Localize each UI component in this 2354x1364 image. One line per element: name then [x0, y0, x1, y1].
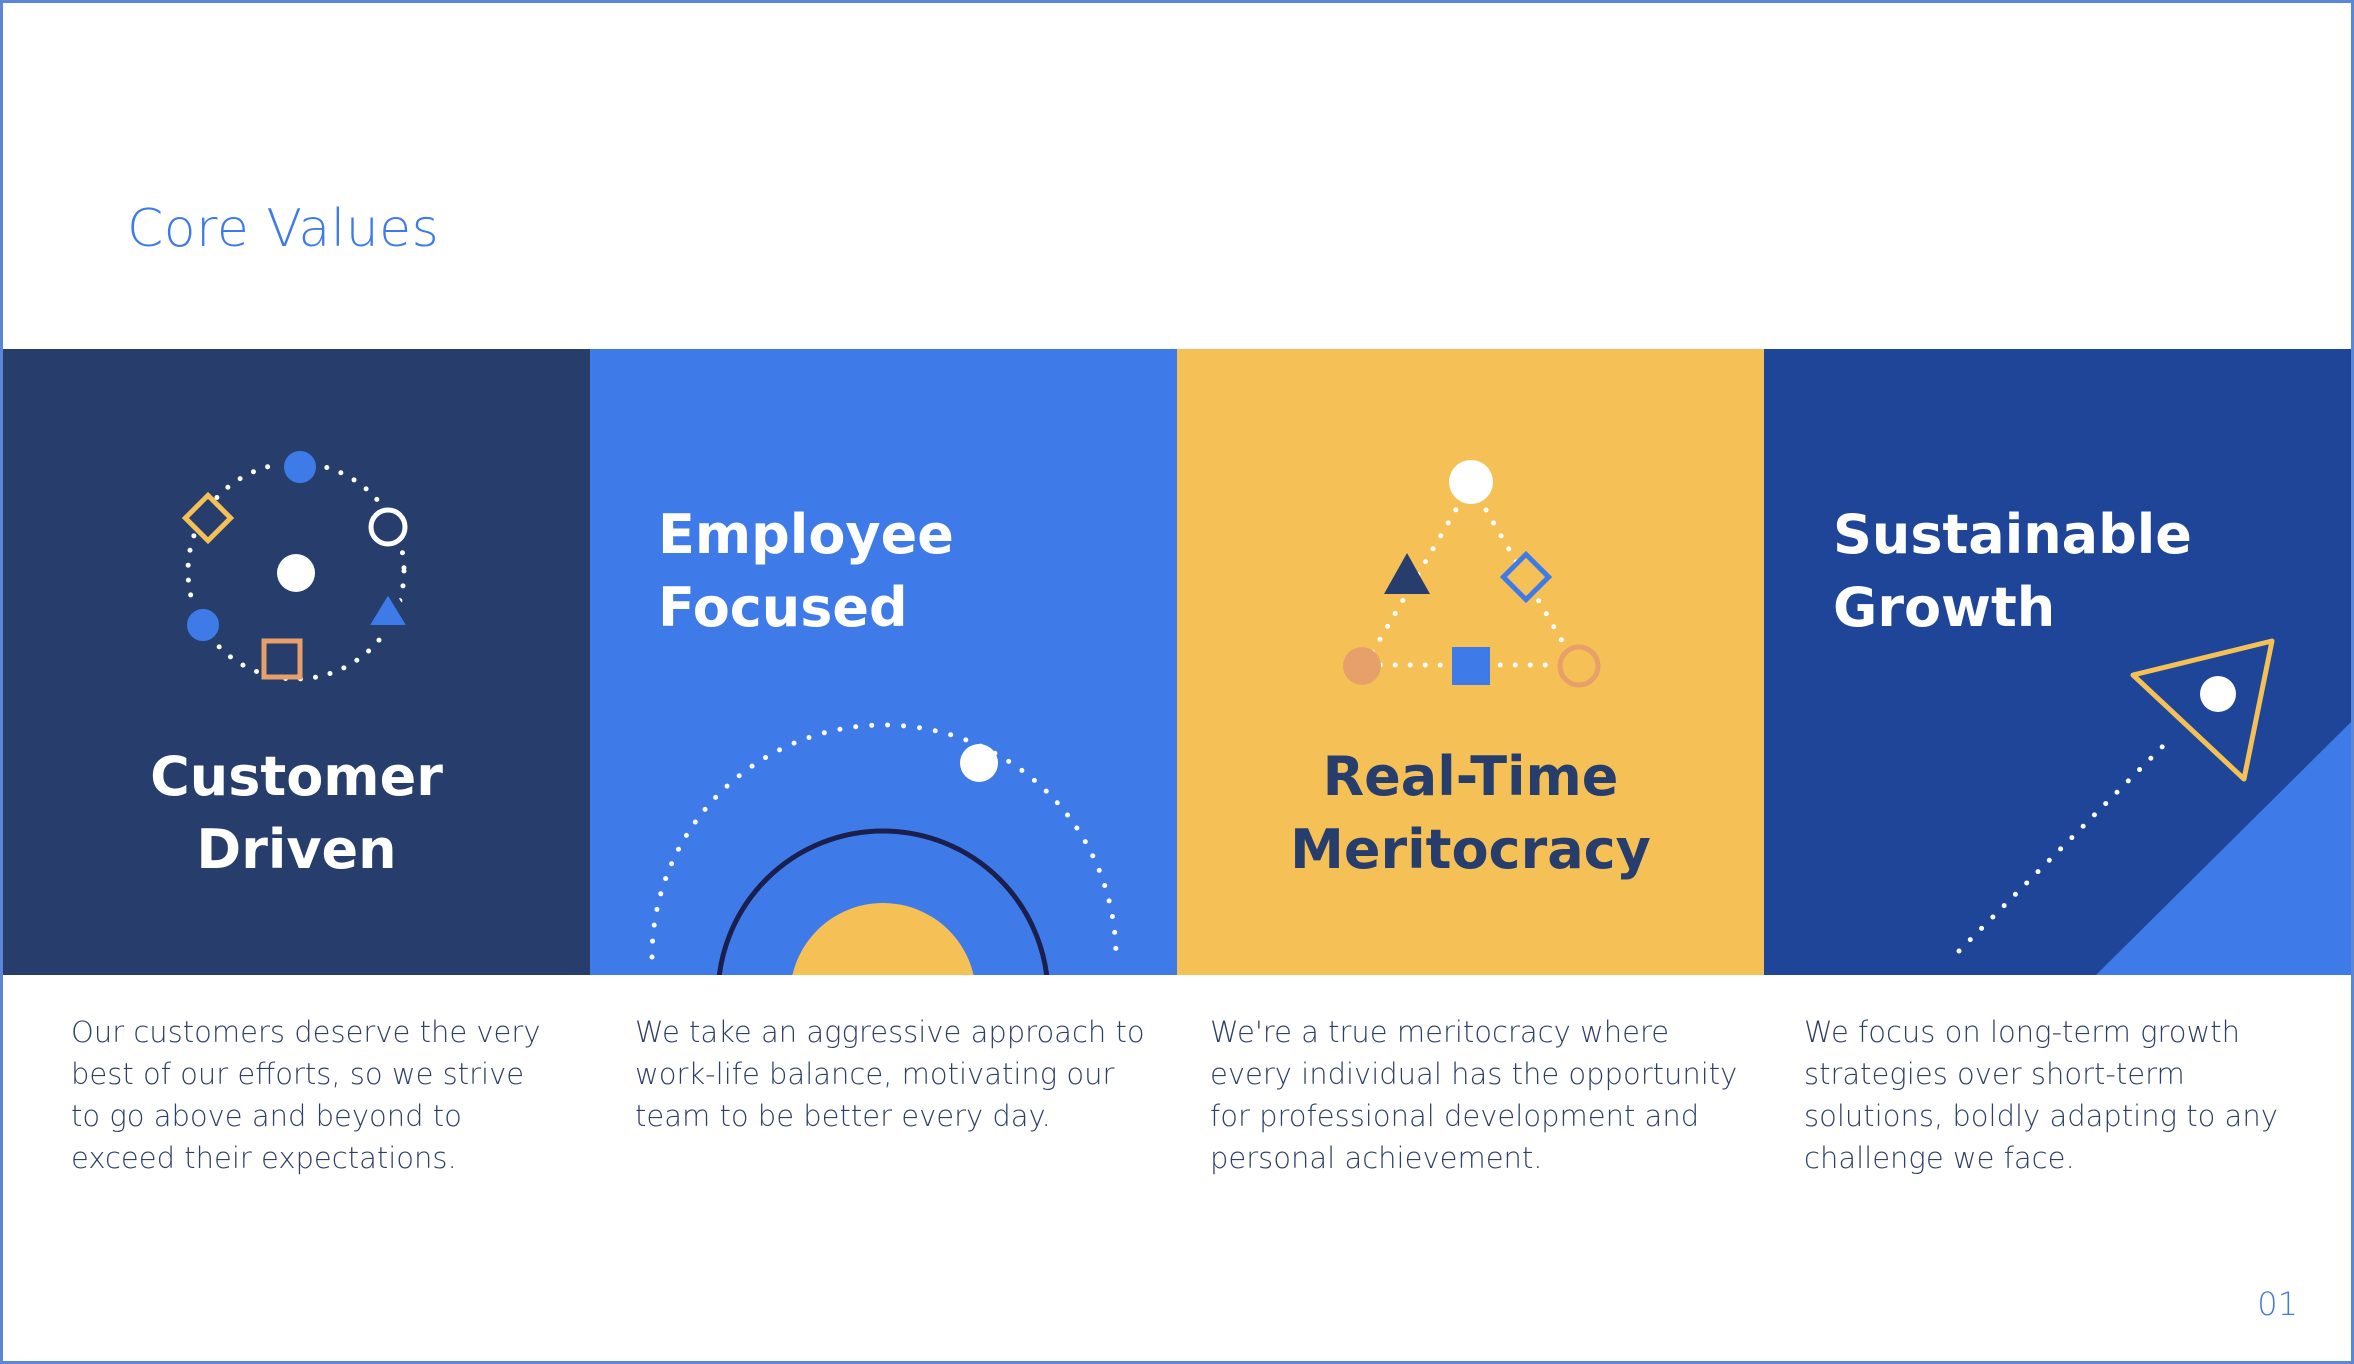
- blue-diamond-outline-icon: [1499, 550, 1553, 604]
- blue-dot-icon: [276, 443, 324, 491]
- triangle-icon: [355, 580, 421, 633]
- ring-outline-icon: [368, 507, 408, 547]
- blue-dot-icon-2: [179, 601, 227, 649]
- value-description-customer-driven: Our customers deserve the very best of o…: [71, 1015, 541, 1175]
- dotted-trajectory: [1956, 739, 2170, 954]
- panel-sustainable-growth: Sustainable Growth: [1764, 349, 2351, 975]
- title-line-2: Driven: [196, 818, 397, 881]
- title-line-2: Focused: [658, 576, 908, 639]
- value-description-real-time-meritocracy: We're a true meritocracy where every ind…: [1210, 1015, 1738, 1175]
- sun-icon: [792, 903, 974, 975]
- title-line-1: Employee: [658, 503, 954, 566]
- center-dot-icon: [277, 554, 315, 592]
- white-dot-icon: [2200, 676, 2236, 712]
- value-description-sustainable-growth: We focus on long-term growth strategies …: [1804, 1015, 2278, 1175]
- panel-employee-focused: Employee Focused: [590, 349, 1177, 975]
- title-line-2: Growth: [1833, 576, 2056, 639]
- orange-ring-icon: [1557, 644, 1601, 688]
- white-dot-icon: [1449, 460, 1493, 504]
- orange-dot-icon: [1343, 647, 1381, 685]
- panel-customer-driven: Customer Driven: [3, 349, 590, 975]
- slide-title: Core Values: [127, 199, 440, 259]
- page-number: 01: [2257, 1285, 2298, 1323]
- value-title-sustainable-growth: Sustainable Growth: [1833, 498, 2192, 644]
- title-line-2: Meritocracy: [1290, 818, 1651, 881]
- value-title-employee-focused: Employee Focused: [658, 498, 954, 644]
- slide: Core Values Customer Driven Employee Foc…: [0, 0, 2354, 1364]
- square-outline-icon: [261, 638, 303, 680]
- moon-dot-icon: [960, 744, 998, 782]
- title-line-1: Real-Time: [1322, 745, 1619, 808]
- value-description-employee-focused: We take an aggressive approach to work-l…: [635, 1015, 1145, 1133]
- value-title-real-time-meritocracy: Real-Time Meritocracy: [1177, 740, 1764, 886]
- diamond-outline-icon: [181, 491, 235, 545]
- triangle-outline-icon: [2130, 638, 2275, 782]
- title-line-1: Sustainable: [1833, 503, 2192, 566]
- core-values-panels: Customer Driven Employee Focused Real-Ti…: [3, 349, 2351, 975]
- title-line-1: Customer: [150, 745, 443, 808]
- value-title-customer-driven: Customer Driven: [3, 740, 590, 886]
- paper-plane-trajectory-icon: [1956, 638, 2351, 975]
- panel-real-time-meritocracy: Real-Time Meritocracy: [1177, 349, 1764, 975]
- navy-triangle-icon: [1384, 553, 1430, 594]
- rising-sun-orbit-icon: [649, 722, 1119, 975]
- blue-square-icon: [1452, 647, 1490, 685]
